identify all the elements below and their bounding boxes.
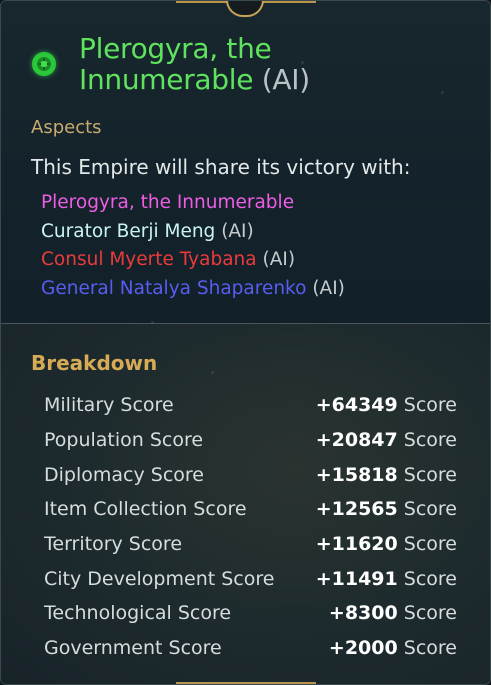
score-unit: Score [403,429,457,452]
score-value: +64349 Score [316,394,457,416]
score-number: +64349 [315,394,398,417]
score-row: Territory Score +11620 Score [44,527,457,562]
score-label: Technological Score [44,602,232,625]
empire-tooltip-panel: Plerogyra, the Innumerable (AI) Aspects … [0,0,491,685]
score-unit: Score [403,463,457,486]
score-value: +2000 Score [329,637,457,659]
score-number: +15818 [315,463,398,486]
partner-name: General Natalya Shaparenko [41,277,307,299]
score-row: Government Score +2000 Score [44,631,457,666]
score-unit: Score [403,394,457,417]
breakdown-title: Breakdown [31,351,158,375]
score-number: +12565 [315,498,398,521]
partner-ai-tag: (AI) [312,277,345,299]
score-row: Population Score +20847 Score [44,423,457,458]
score-unit: Score [403,602,457,625]
partner-ai-tag: (AI) [262,249,296,270]
score-label: Government Score [44,637,222,660]
score-breakdown-list: Military Score +64349 Score Population S… [44,388,457,666]
score-value: +20847 Score [316,429,457,451]
score-number: +20847 [315,429,398,452]
score-value: +8300 Score [329,602,457,624]
score-unit: Score [403,498,457,521]
victory-partners-list: Plerogyra, the Innumerable Curator Berji… [41,189,345,303]
aspects-label: Aspects [31,117,102,138]
partner-item: Curator Berji Meng (AI) [41,218,345,247]
score-value: +11620 Score [316,533,457,555]
partner-item: Plerogyra, the Innumerable [41,189,345,218]
empire-ai-tag: (AI) [261,63,310,96]
background-particle [151,321,154,324]
score-row: Item Collection Score +12565 Score [44,492,457,527]
background-particle [441,91,444,94]
score-label: City Development Score [44,567,275,590]
empire-name: Plerogyra, the Innumerable [79,32,272,96]
score-unit: Score [403,567,457,590]
score-row: Technological Score +8300 Score [44,596,457,631]
partner-name: Consul Myerte Tyabana [41,249,257,270]
empire-title: Plerogyra, the Innumerable (AI) [79,33,409,95]
score-number: +11491 [315,567,398,590]
score-label: Territory Score [44,533,183,556]
score-value: +15818 Score [316,464,457,486]
partner-name: Plerogyra, the Innumerable [41,192,295,213]
score-label: Military Score [44,394,174,417]
score-label: Item Collection Score [44,498,247,521]
score-value: +11491 Score [316,568,457,590]
score-value: +12565 Score [316,498,457,520]
partner-name: Curator Berji Meng [41,220,216,242]
bottom-accent-line [176,682,316,684]
score-label: Diplomacy Score [44,463,204,486]
score-number: +2000 [328,637,398,660]
score-unit: Score [403,533,457,556]
score-row: City Development Score +11491 Score [44,561,457,596]
background-particle [211,371,214,374]
score-row: Military Score +64349 Score [44,388,457,423]
victory-share-text: This Empire will share its victory with: [31,155,411,179]
score-unit: Score [403,637,457,660]
score-row: Diplomacy Score +15818 Score [44,457,457,492]
partner-ai-tag: (AI) [221,220,254,242]
partner-item: Consul Myerte Tyabana (AI) [41,246,345,275]
empire-emblem-icon [32,52,56,76]
score-number: +11620 [315,533,398,556]
score-label: Population Score [44,429,204,452]
score-number: +8300 [328,602,398,625]
partner-item: General Natalya Shaparenko (AI) [41,275,345,304]
